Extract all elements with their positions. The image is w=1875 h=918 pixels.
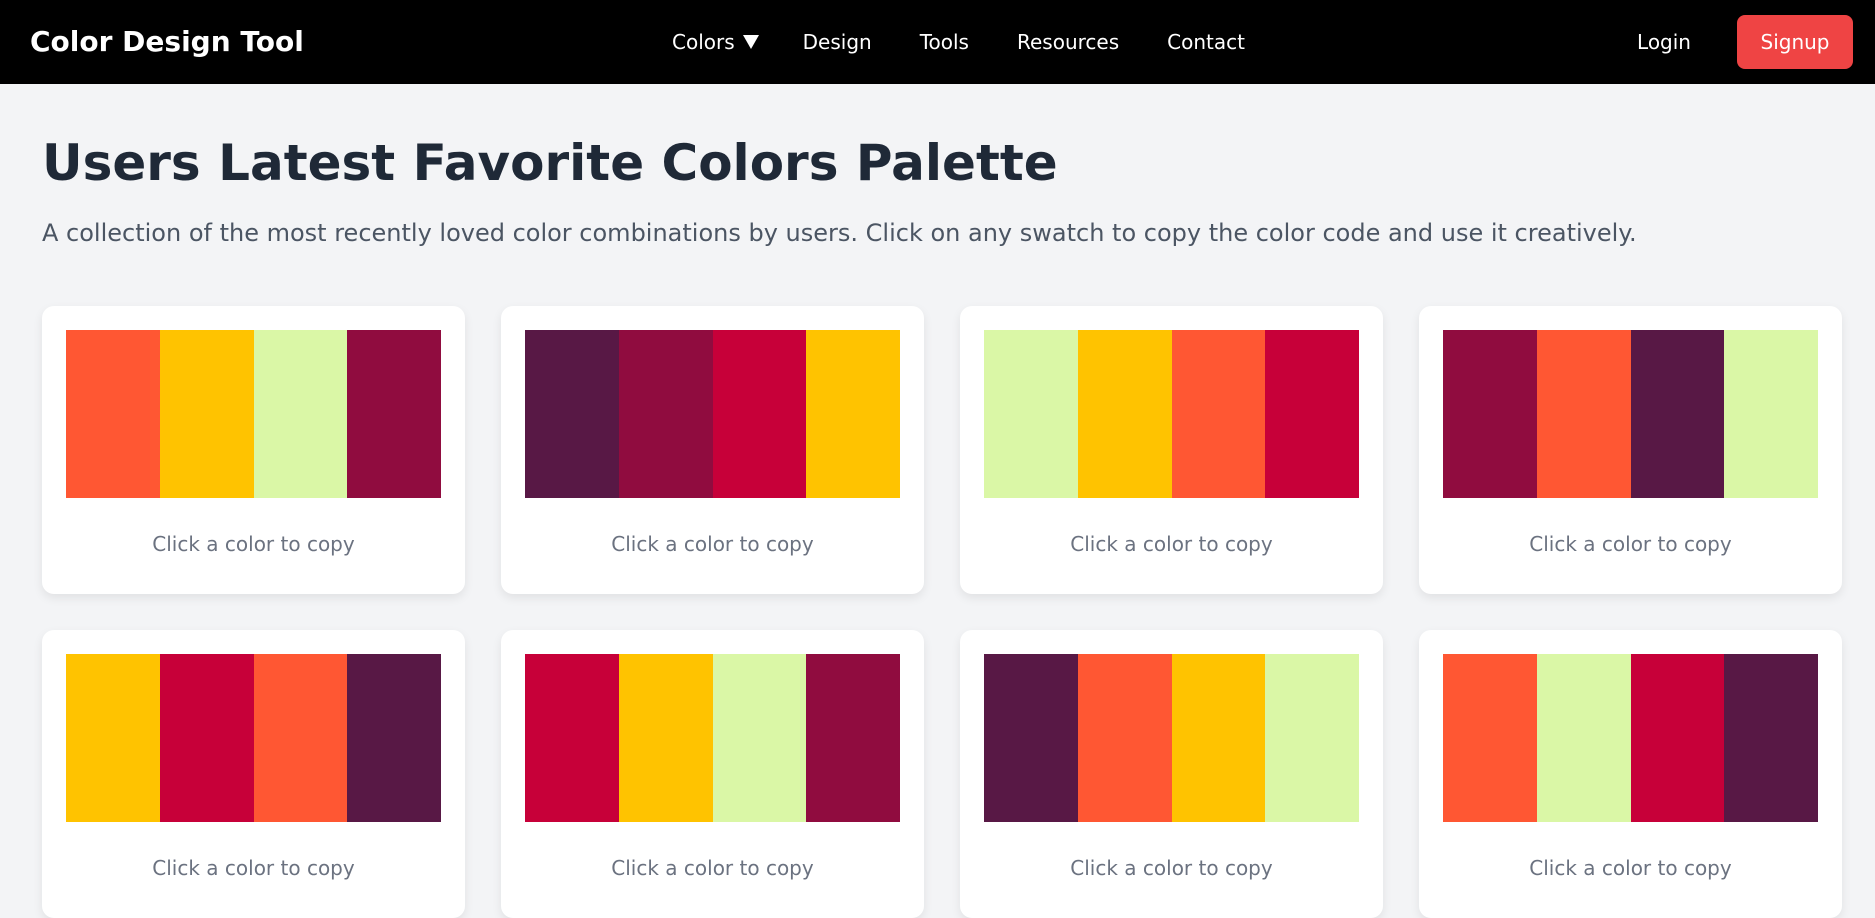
- color-swatch[interactable]: [984, 654, 1078, 822]
- main-content: Users Latest Favorite Colors Palette A c…: [42, 84, 1842, 918]
- color-swatch[interactable]: [1443, 330, 1537, 498]
- nav-tools[interactable]: Tools: [920, 30, 969, 54]
- color-swatch[interactable]: [66, 654, 160, 822]
- copy-hint: Click a color to copy: [1070, 856, 1273, 880]
- palette-card: Click a color to copy: [42, 630, 465, 918]
- page-title: Users Latest Favorite Colors Palette: [42, 134, 1058, 192]
- color-swatch[interactable]: [66, 330, 160, 498]
- color-swatch[interactable]: [1724, 330, 1818, 498]
- palette-card: Click a color to copy: [1419, 306, 1842, 594]
- color-swatch[interactable]: [159, 330, 254, 498]
- color-swatch[interactable]: [984, 330, 1078, 498]
- palette-card: Click a color to copy: [960, 630, 1383, 918]
- signup-button[interactable]: Signup: [1737, 15, 1853, 69]
- color-swatch[interactable]: [1265, 330, 1359, 498]
- color-swatch[interactable]: [1724, 654, 1818, 822]
- color-swatch[interactable]: [1077, 654, 1172, 822]
- palette-swatches: [525, 330, 900, 498]
- color-swatch[interactable]: [1265, 654, 1359, 822]
- palette-card: Click a color to copy: [960, 306, 1383, 594]
- palette-swatches: [66, 654, 441, 822]
- palette-swatches: [984, 330, 1359, 498]
- caret-down-icon: [742, 35, 759, 49]
- copy-hint: Click a color to copy: [611, 532, 814, 556]
- copy-hint: Click a color to copy: [1070, 532, 1273, 556]
- color-swatch[interactable]: [1630, 330, 1725, 498]
- color-swatch[interactable]: [1077, 330, 1172, 498]
- color-swatch[interactable]: [347, 654, 441, 822]
- copy-hint: Click a color to copy: [1529, 532, 1732, 556]
- color-swatch[interactable]: [712, 330, 807, 498]
- login-link[interactable]: Login: [1637, 30, 1691, 54]
- color-swatch[interactable]: [1171, 654, 1266, 822]
- copy-hint: Click a color to copy: [1529, 856, 1732, 880]
- copy-hint: Click a color to copy: [611, 856, 814, 880]
- palette-card: Click a color to copy: [1419, 630, 1842, 918]
- color-swatch[interactable]: [712, 654, 807, 822]
- palette-swatches: [984, 654, 1359, 822]
- palette-swatches: [66, 330, 441, 498]
- copy-hint: Click a color to copy: [152, 532, 355, 556]
- color-swatch[interactable]: [347, 330, 441, 498]
- color-swatch[interactable]: [1630, 654, 1725, 822]
- color-swatch[interactable]: [525, 330, 619, 498]
- color-swatch[interactable]: [159, 654, 254, 822]
- nav-resources[interactable]: Resources: [1017, 30, 1119, 54]
- color-swatch[interactable]: [1443, 654, 1537, 822]
- nav-links: Colors Design Tools Resources Contact: [672, 0, 1245, 84]
- color-swatch[interactable]: [618, 654, 713, 822]
- navbar: Color Design Tool Colors Design Tools Re…: [0, 0, 1875, 84]
- color-swatch[interactable]: [1536, 330, 1631, 498]
- color-swatch[interactable]: [1536, 654, 1631, 822]
- color-swatch[interactable]: [618, 330, 713, 498]
- palette-grid: Click a color to copy Click a color to co…: [42, 306, 1842, 918]
- color-swatch[interactable]: [253, 330, 348, 498]
- color-swatch[interactable]: [806, 654, 900, 822]
- nav-colors-label: Colors: [672, 30, 735, 54]
- color-swatch[interactable]: [806, 330, 900, 498]
- palette-swatches: [1443, 330, 1818, 498]
- nav-design[interactable]: Design: [803, 30, 872, 54]
- palette-swatches: [525, 654, 900, 822]
- palette-card: Click a color to copy: [501, 630, 924, 918]
- palette-card: Click a color to copy: [42, 306, 465, 594]
- brand-logo[interactable]: Color Design Tool: [30, 0, 304, 84]
- copy-hint: Click a color to copy: [152, 856, 355, 880]
- color-swatch[interactable]: [525, 654, 619, 822]
- palette-swatches: [1443, 654, 1818, 822]
- nav-contact[interactable]: Contact: [1167, 30, 1245, 54]
- nav-colors-dropdown[interactable]: Colors: [672, 30, 759, 54]
- page-subtitle: A collection of the most recently loved …: [42, 219, 1637, 247]
- color-swatch[interactable]: [1171, 330, 1266, 498]
- palette-card: Click a color to copy: [501, 306, 924, 594]
- color-swatch[interactable]: [253, 654, 348, 822]
- auth-actions: Login Signup: [1637, 0, 1853, 84]
